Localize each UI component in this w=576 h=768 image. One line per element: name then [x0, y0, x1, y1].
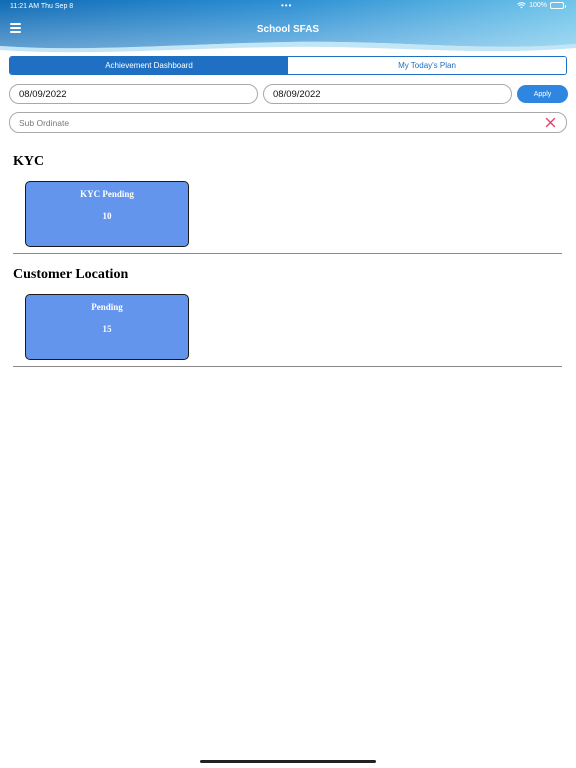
tab-my-todays-plan[interactable]: My Today's Plan	[288, 57, 566, 74]
status-bar: 11:21 AM Thu Sep 8 ••• 100%	[0, 0, 576, 14]
multitasking-dots-icon: •••	[281, 1, 293, 10]
battery-icon	[550, 2, 566, 9]
app-header: 11:21 AM Thu Sep 8 ••• 100% School SFAS	[0, 0, 576, 56]
section-title-kyc: KYC	[13, 154, 45, 169]
status-right: 100%	[517, 2, 566, 9]
card-value: 10	[102, 211, 112, 221]
tab-achievement-dashboard[interactable]: Achievement Dashboard	[10, 57, 288, 74]
kyc-pending-card[interactable]: KYC Pending 10	[25, 181, 189, 247]
section-divider	[13, 253, 562, 254]
close-x-icon[interactable]	[545, 117, 556, 128]
wifi-icon	[517, 2, 526, 9]
card-value: 15	[102, 324, 112, 334]
location-pending-card[interactable]: Pending 15	[25, 294, 189, 360]
to-date-field[interactable]: 08/09/2022	[263, 84, 512, 104]
card-label: Pending	[91, 302, 123, 312]
status-time: 11:21 AM Thu Sep 8	[10, 3, 74, 10]
home-indicator[interactable]	[200, 760, 376, 763]
section-title-customer-location: Customer Location	[13, 267, 129, 282]
battery-percent: 100%	[529, 2, 547, 9]
subordinate-field[interactable]: Sub Ordinate	[9, 112, 567, 133]
apply-button[interactable]: Apply	[517, 85, 568, 103]
subordinate-placeholder: Sub Ordinate	[19, 117, 70, 128]
section-divider	[13, 366, 562, 367]
page-title: School SFAS	[256, 24, 320, 35]
from-date-field[interactable]: 08/09/2022	[9, 84, 258, 104]
card-label: KYC Pending	[80, 189, 134, 199]
tab-bar: Achievement Dashboard My Today's Plan	[9, 56, 567, 75]
